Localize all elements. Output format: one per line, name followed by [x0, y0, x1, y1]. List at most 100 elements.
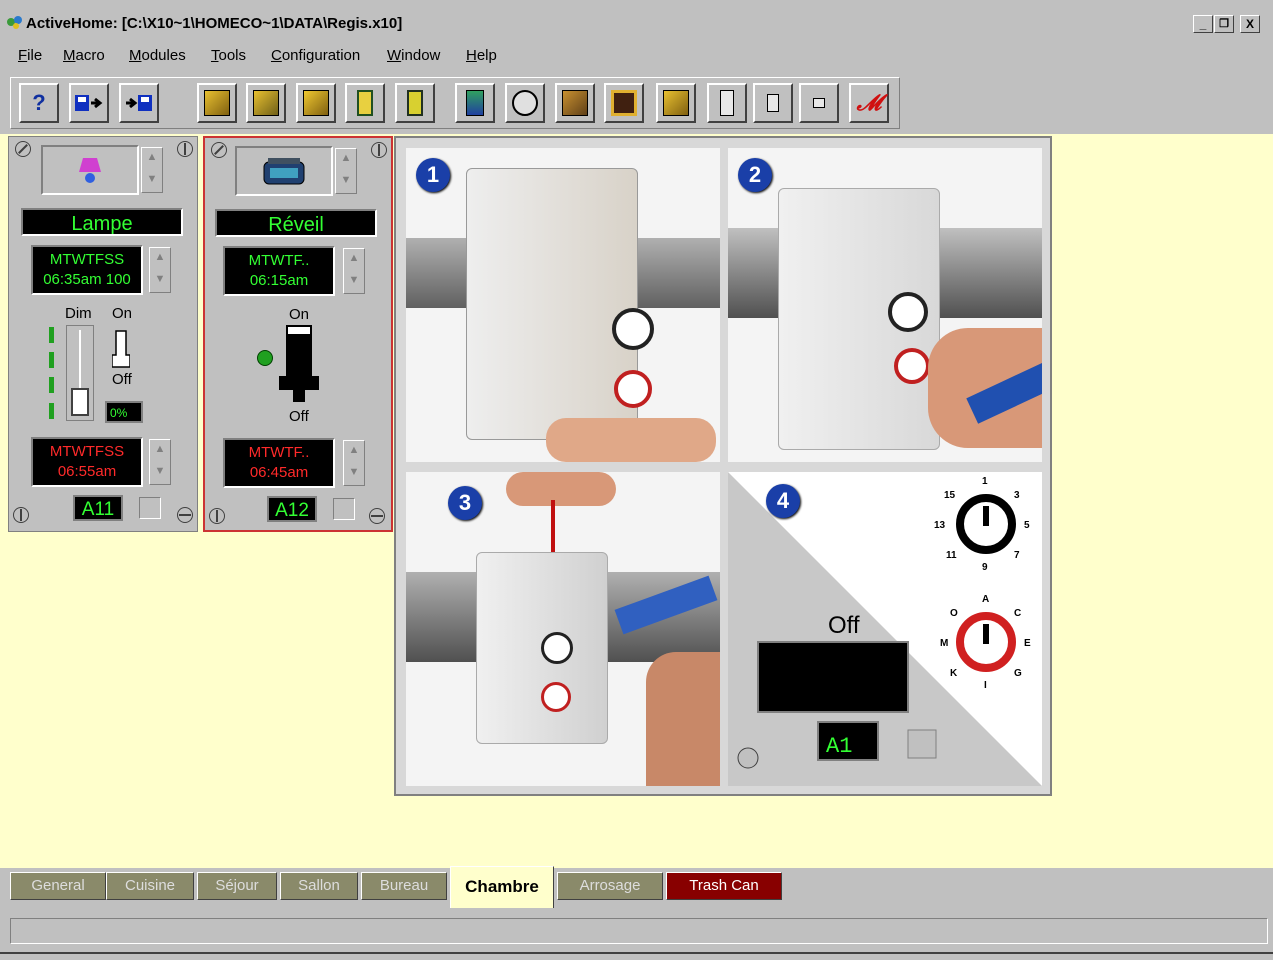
- menu-window[interactable]: Window: [387, 47, 440, 64]
- menu-help[interactable]: Help: [466, 47, 497, 64]
- timer-off-display[interactable]: MTWTF.. 06:45am: [223, 438, 335, 488]
- tab-general[interactable]: General: [10, 872, 106, 900]
- spin-up-icon[interactable]: ▲: [336, 149, 356, 171]
- module-name[interactable]: Réveil: [215, 209, 377, 237]
- load-from-interface-button[interactable]: [119, 83, 159, 123]
- menu-bar: File Macro Modules Tools Configuration W…: [0, 44, 1273, 70]
- motion-sensor-button[interactable]: [753, 83, 793, 123]
- toggle-switch-icon[interactable]: [112, 329, 130, 369]
- spin-down-icon[interactable]: ▼: [344, 463, 364, 485]
- module-type-spinner[interactable]: ▲ ▼: [335, 148, 357, 194]
- appliance-switch-icon[interactable]: [279, 324, 319, 404]
- macro-button[interactable]: 𝓜: [849, 83, 889, 123]
- minimize-button[interactable]: _: [1193, 15, 1213, 33]
- screw-icon: [211, 142, 227, 158]
- tab-bureau[interactable]: Bureau: [361, 872, 447, 900]
- appliance-module-button[interactable]: [246, 83, 286, 123]
- timer-off-display[interactable]: MTWTFSS 06:55am: [31, 437, 143, 487]
- spin-up-icon[interactable]: ▲: [150, 440, 170, 462]
- instruction-step-3: 3: [406, 472, 720, 786]
- timer-off-time: 06:45am: [249, 464, 309, 481]
- screw-icon: [369, 508, 385, 524]
- tab-sejour[interactable]: Séjour: [197, 872, 277, 900]
- tab-arrosage[interactable]: Arrosage: [557, 872, 663, 900]
- dimmer-icon: [466, 90, 484, 116]
- timer-on-spinner[interactable]: ▲ ▼: [343, 248, 365, 294]
- tab-chambre[interactable]: Chambre: [450, 866, 554, 908]
- house-dial-label: K: [950, 668, 958, 679]
- menu-configuration[interactable]: Configuration: [271, 47, 360, 64]
- screw-icon: [13, 507, 29, 523]
- shutter-icon: [611, 90, 637, 116]
- remote-button[interactable]: [656, 83, 696, 123]
- spin-up-icon[interactable]: ▲: [150, 248, 170, 270]
- timer-off-spinner[interactable]: ▲ ▼: [343, 440, 365, 486]
- timer-off-spinner[interactable]: ▲ ▼: [149, 439, 171, 485]
- save-to-interface-button[interactable]: [69, 83, 109, 123]
- module-icon-box[interactable]: [235, 146, 333, 196]
- timer-on-days: MTWTF..: [248, 252, 310, 269]
- spin-down-icon[interactable]: ▼: [150, 462, 170, 484]
- chime-button[interactable]: [799, 83, 839, 123]
- screw-icon: [371, 142, 387, 158]
- timer-button[interactable]: [505, 83, 545, 123]
- lamp-module-icon: [204, 90, 230, 116]
- sensor-icon: [720, 90, 734, 116]
- address-display[interactable]: A12: [267, 496, 317, 522]
- module-panel-lampe[interactable]: ▲ ▼ Lampe MTWTFSS 06:35am 100 ▲ ▼ Dim On Of…: [8, 136, 198, 532]
- close-button[interactable]: X: [1240, 15, 1260, 33]
- module-icon-box[interactable]: [41, 145, 139, 195]
- spin-up-icon[interactable]: ▲: [344, 249, 364, 271]
- menu-macro[interactable]: Macro: [63, 47, 105, 64]
- slider-thumb[interactable]: [71, 388, 89, 416]
- timer-on-spinner[interactable]: ▲ ▼: [149, 247, 171, 293]
- load-from-interface-icon: [126, 95, 152, 111]
- level-readout: 0%: [105, 401, 143, 423]
- spin-up-icon[interactable]: ▲: [344, 441, 364, 463]
- restore-button[interactable]: ❐: [1214, 15, 1234, 33]
- appliance-module-icon: [253, 90, 279, 116]
- screw-icon: [15, 141, 31, 157]
- motion-sensor-icon: [767, 94, 779, 112]
- camera-button[interactable]: [555, 83, 595, 123]
- shutter-button[interactable]: [604, 83, 644, 123]
- socket-button[interactable]: [395, 83, 435, 123]
- help-button[interactable]: ?: [19, 83, 59, 123]
- dim-slider[interactable]: [66, 325, 94, 421]
- timer-on-days: MTWTFSS: [49, 251, 125, 268]
- address-display[interactable]: A11: [73, 495, 123, 521]
- dimmer-button[interactable]: [455, 83, 495, 123]
- spin-down-icon[interactable]: ▼: [150, 270, 170, 292]
- hand-drawing: [506, 472, 616, 506]
- menu-file[interactable]: File: [18, 47, 42, 64]
- tab-sallon[interactable]: Sallon: [280, 872, 358, 900]
- tab-cuisine[interactable]: Cuisine: [106, 872, 194, 900]
- module-name[interactable]: Lampe: [21, 208, 183, 236]
- lamp-module-button[interactable]: [197, 83, 237, 123]
- house-dial-label: E: [1024, 638, 1031, 649]
- wall-switch-button[interactable]: [296, 83, 336, 123]
- wall-switch-icon: [303, 90, 329, 116]
- spin-down-icon[interactable]: ▼: [344, 271, 364, 293]
- dial-drawing: [541, 632, 573, 664]
- spin-down-icon[interactable]: ▼: [336, 171, 356, 193]
- module-select-checkbox[interactable]: [333, 498, 355, 520]
- lamp-icon: [79, 158, 101, 183]
- timer-on-display[interactable]: MTWTFSS 06:35am 100: [31, 245, 143, 295]
- thermostat-button[interactable]: [345, 83, 385, 123]
- help-icon: ?: [32, 90, 46, 115]
- bottom-border: [0, 952, 1273, 954]
- wire-drawing: [551, 500, 555, 560]
- timer-on-display[interactable]: MTWTF.. 06:15am: [223, 246, 335, 296]
- menu-tools[interactable]: Tools: [211, 47, 246, 64]
- tab-trash-can[interactable]: Trash Can: [666, 872, 782, 900]
- on-label: On: [289, 306, 310, 323]
- module-select-checkbox[interactable]: [139, 497, 161, 519]
- module-type-spinner[interactable]: ▲ ▼: [141, 147, 163, 193]
- installation-instructions-image: 1 2 3 Off A1 4 1 3 5 7 9 11 13 15 A C E …: [394, 136, 1052, 796]
- spin-down-icon[interactable]: ▼: [142, 170, 162, 192]
- module-panel-reveil[interactable]: ▲ ▼ Réveil MTWTF.. 06:15am ▲ ▼ On Off MTWTF…: [203, 136, 393, 532]
- sensor-button[interactable]: [707, 83, 747, 123]
- menu-modules[interactable]: Modules: [129, 47, 186, 64]
- spin-up-icon[interactable]: ▲: [142, 148, 162, 170]
